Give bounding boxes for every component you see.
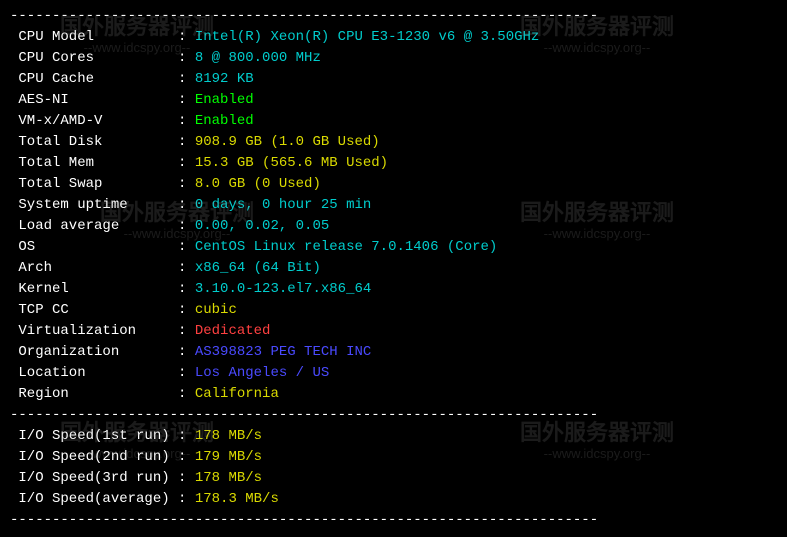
colon: : [178,176,195,192]
info-label: Total Mem [10,155,178,171]
info-value: Intel(R) Xeon(R) CPU E3-1230 v6 @ 3.50GH… [195,29,539,45]
info-row: Region : California [10,384,777,405]
divider: ----------------------------------------… [10,510,777,531]
info-label: VM-x/AMD-V [10,113,178,129]
info-value: 8 @ 800.000 MHz [195,50,321,66]
info-value: cubic [195,302,237,318]
colon: : [178,386,195,402]
info-row: Kernel : 3.10.0-123.el7.x86_64 [10,279,777,300]
info-value: 8192 KB [195,71,254,87]
colon: : [178,302,195,318]
info-value: California [195,386,279,402]
info-row: CPU Cores : 8 @ 800.000 MHz [10,48,777,69]
info-row: CPU Model : Intel(R) Xeon(R) CPU E3-1230… [10,27,777,48]
info-value: Enabled [195,92,254,108]
info-value: 178 MB/s [195,470,262,486]
info-label: I/O Speed(3rd run) [10,470,178,486]
info-value: Los Angeles / US [195,365,329,381]
colon: : [178,50,195,66]
info-label: Arch [10,260,178,276]
info-row: I/O Speed(3rd run) : 178 MB/s [10,468,777,489]
info-row: Total Mem : 15.3 GB (565.6 MB Used) [10,153,777,174]
info-value: 908.9 GB (1.0 GB Used) [195,134,380,150]
divider: ----------------------------------------… [10,6,777,27]
info-row: OS : CentOS Linux release 7.0.1406 (Core… [10,237,777,258]
colon: : [178,155,195,171]
info-row: System uptime : 0 days, 0 hour 25 min [10,195,777,216]
colon: : [178,344,195,360]
terminal-output: ----------------------------------------… [0,0,787,537]
info-row: Location : Los Angeles / US [10,363,777,384]
info-value: 0.00, 0.02, 0.05 [195,218,329,234]
info-row: VM-x/AMD-V : Enabled [10,111,777,132]
info-row: Arch : x86_64 (64 Bit) [10,258,777,279]
io-speed-block: I/O Speed(1st run) : 178 MB/s I/O Speed(… [10,426,777,510]
divider: ----------------------------------------… [10,405,777,426]
info-value: 0 days, 0 hour 25 min [195,197,371,213]
info-row: TCP CC : cubic [10,300,777,321]
colon: : [178,134,195,150]
info-label: CPU Cache [10,71,178,87]
colon: : [178,71,195,87]
info-value: CentOS Linux release 7.0.1406 (Core) [195,239,497,255]
info-label: OS [10,239,178,255]
colon: : [178,281,195,297]
info-value: AS398823 PEG TECH INC [195,344,371,360]
info-value: 3.10.0-123.el7.x86_64 [195,281,371,297]
info-value: 178.3 MB/s [195,491,279,507]
colon: : [178,449,195,465]
colon: : [178,218,195,234]
info-value: Dedicated [195,323,271,339]
info-value: 179 MB/s [195,449,262,465]
info-label: CPU Model [10,29,178,45]
colon: : [178,92,195,108]
info-label: AES-NI [10,92,178,108]
info-row: Total Disk : 908.9 GB (1.0 GB Used) [10,132,777,153]
info-value: Enabled [195,113,254,129]
colon: : [178,470,195,486]
info-row: Load average : 0.00, 0.02, 0.05 [10,216,777,237]
colon: : [178,260,195,276]
info-row: AES-NI : Enabled [10,90,777,111]
info-label: CPU Cores [10,50,178,66]
info-label: I/O Speed(average) [10,491,178,507]
info-row: I/O Speed(2nd run) : 179 MB/s [10,447,777,468]
info-value: 8.0 GB (0 Used) [195,176,321,192]
info-label: Region [10,386,178,402]
colon: : [178,323,195,339]
info-label: System uptime [10,197,178,213]
info-label: I/O Speed(2nd run) [10,449,178,465]
info-row: Organization : AS398823 PEG TECH INC [10,342,777,363]
info-label: Total Disk [10,134,178,150]
info-label: TCP CC [10,302,178,318]
colon: : [178,239,195,255]
info-row: Total Swap : 8.0 GB (0 Used) [10,174,777,195]
colon: : [178,428,195,444]
info-value: 178 MB/s [195,428,262,444]
colon: : [178,491,195,507]
colon: : [178,197,195,213]
info-label: Organization [10,344,178,360]
system-info-block: CPU Model : Intel(R) Xeon(R) CPU E3-1230… [10,27,777,405]
info-value: 15.3 GB (565.6 MB Used) [195,155,388,171]
info-label: I/O Speed(1st run) [10,428,178,444]
info-label: Location [10,365,178,381]
colon: : [178,365,195,381]
info-row: I/O Speed(average) : 178.3 MB/s [10,489,777,510]
info-label: Load average [10,218,178,234]
info-label: Kernel [10,281,178,297]
info-label: Total Swap [10,176,178,192]
info-row: I/O Speed(1st run) : 178 MB/s [10,426,777,447]
colon: : [178,29,195,45]
info-row: Virtualization : Dedicated [10,321,777,342]
info-row: CPU Cache : 8192 KB [10,69,777,90]
colon: : [178,113,195,129]
info-value: x86_64 (64 Bit) [195,260,321,276]
info-label: Virtualization [10,323,178,339]
